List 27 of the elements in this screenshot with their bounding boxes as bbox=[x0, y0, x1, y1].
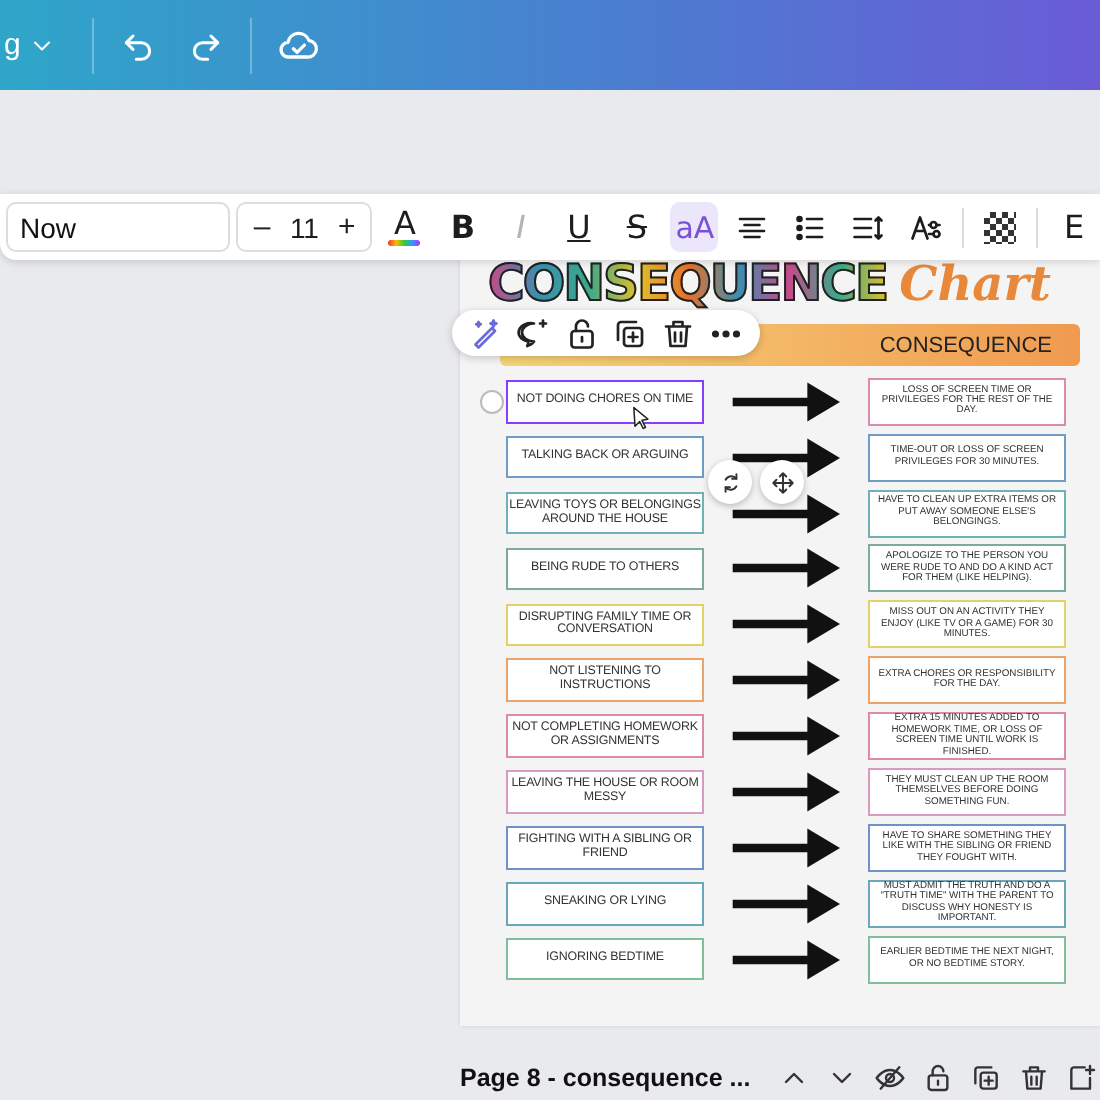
duplicate-icon[interactable] bbox=[612, 315, 648, 351]
add-page-icon[interactable] bbox=[1066, 1062, 1099, 1094]
lock-icon[interactable] bbox=[922, 1062, 955, 1094]
hide-icon[interactable] bbox=[874, 1062, 907, 1094]
bold-button[interactable]: B bbox=[438, 202, 487, 252]
more-button[interactable]: E bbox=[1050, 202, 1098, 252]
add-comment-icon[interactable] bbox=[516, 315, 552, 351]
lock-icon[interactable] bbox=[564, 315, 600, 351]
duplicate-icon[interactable] bbox=[970, 1062, 1003, 1094]
move-handle[interactable] bbox=[760, 460, 804, 504]
text-color-button[interactable]: A bbox=[380, 202, 429, 252]
checkerboard-icon bbox=[984, 211, 1017, 243]
font-size-value[interactable]: 11 bbox=[289, 211, 319, 243]
letter-case-button[interactable]: aA bbox=[670, 202, 719, 252]
underline-button[interactable]: U bbox=[554, 202, 603, 252]
strikethrough-button[interactable]: S bbox=[612, 202, 661, 252]
increase-size-button[interactable]: + bbox=[322, 210, 371, 244]
move-icon bbox=[769, 469, 795, 495]
page-title[interactable]: Page 8 - consequence ... bbox=[460, 1064, 751, 1092]
magic-pencil-icon[interactable] bbox=[468, 315, 504, 351]
font-field[interactable]: Now bbox=[6, 202, 230, 252]
rotate-handle[interactable] bbox=[708, 460, 752, 504]
trash-icon[interactable] bbox=[660, 315, 696, 351]
decrease-size-button[interactable]: – bbox=[238, 210, 286, 244]
chart-title-script: Chart bbox=[899, 254, 1051, 312]
trash-icon[interactable] bbox=[1018, 1062, 1051, 1094]
resize-handle[interactable] bbox=[480, 390, 504, 414]
